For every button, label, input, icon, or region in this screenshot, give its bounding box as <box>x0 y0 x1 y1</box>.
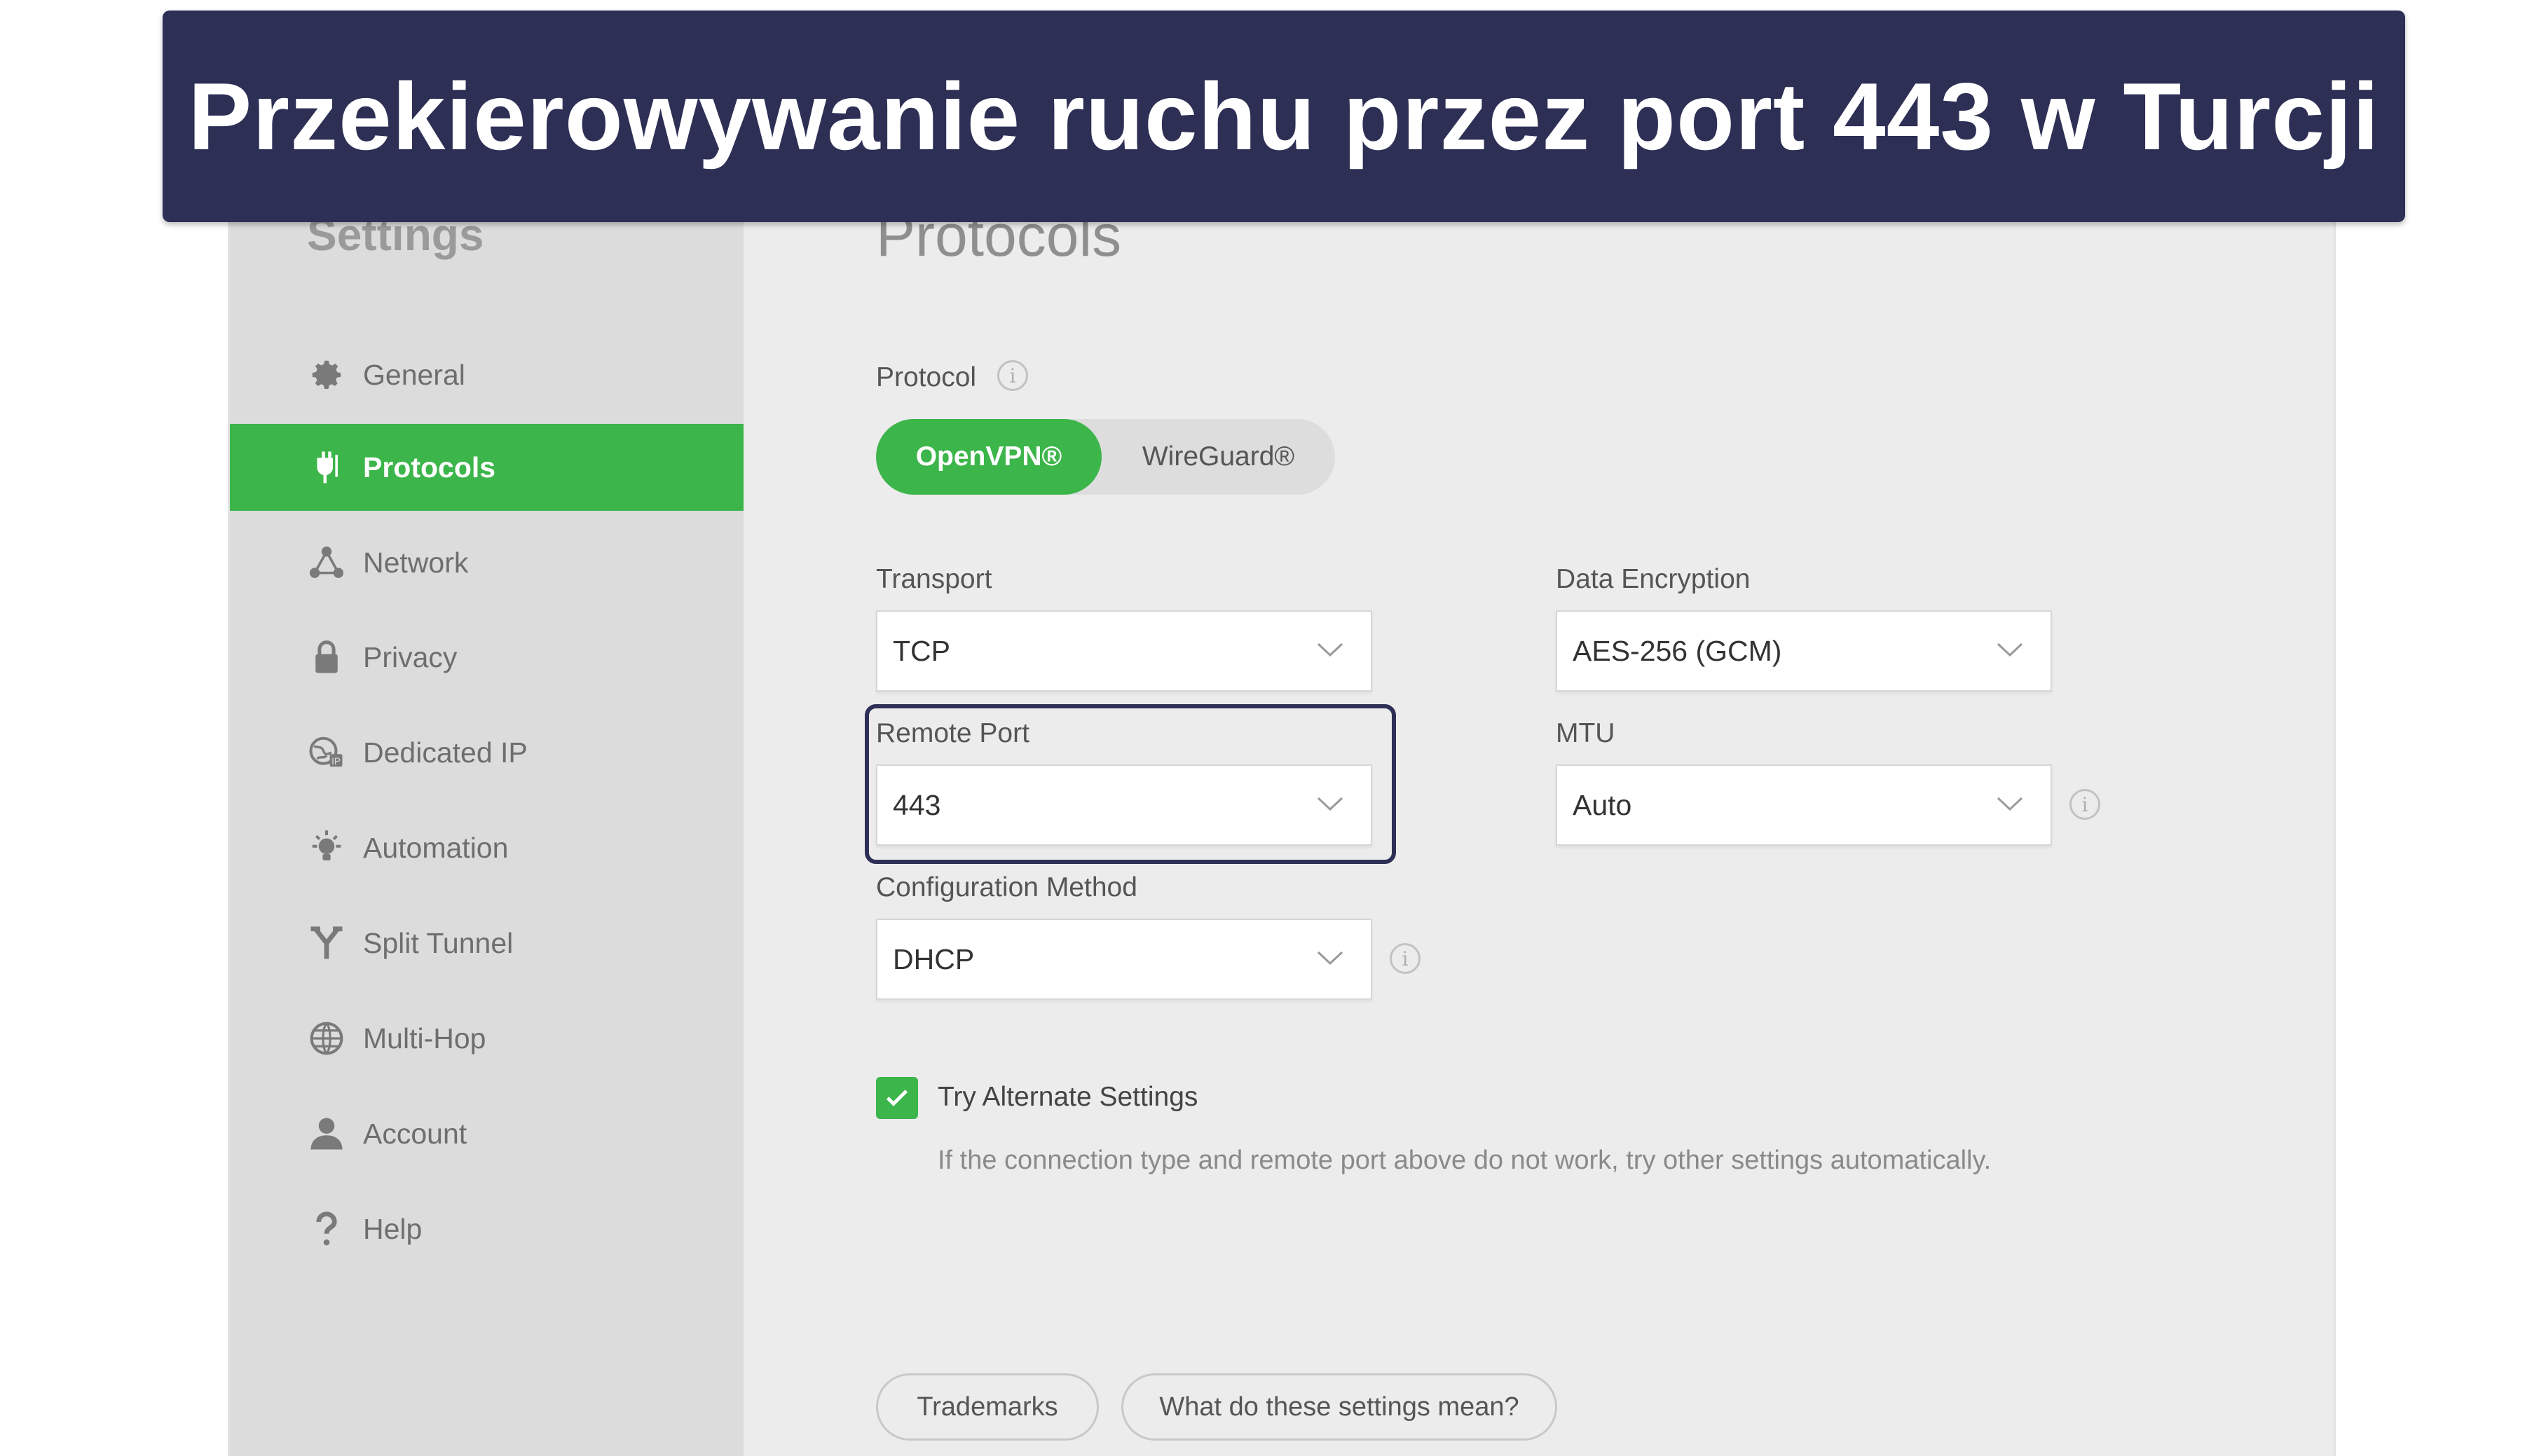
data-encryption-label: Data Encryption <box>1556 564 1751 594</box>
svg-text:IP: IP <box>331 756 341 767</box>
remote-port-value: 443 <box>893 788 941 821</box>
checkmark-icon <box>886 1090 908 1106</box>
sidebar-item-label: Split Tunnel <box>363 926 514 959</box>
data-encryption-select[interactable]: AES-256 (GCM) <box>1556 610 2052 692</box>
sidebar-item-multi-hop[interactable]: Multi-Hop <box>230 995 744 1082</box>
openvpn-option[interactable]: OpenVPN® <box>876 419 1102 495</box>
caption-text: Przekierowywanie ruchu przez port 443 w … <box>188 63 2380 170</box>
globe-icon <box>307 1019 346 1058</box>
network-icon <box>307 543 346 582</box>
gear-icon <box>307 355 346 394</box>
sidebar-item-label: Protocols <box>363 451 496 483</box>
sidebar-item-protocols[interactable]: Protocols <box>230 424 744 511</box>
data-encryption-value: AES-256 (GCM) <box>1573 634 1782 667</box>
sidebar-item-label: Multi-Hop <box>363 1022 486 1055</box>
sidebar: Settings General Protocols Network Priva… <box>230 210 744 1456</box>
sidebar-item-privacy[interactable]: Privacy <box>230 614 744 701</box>
vpn-settings-window: Settings General Protocols Network Priva… <box>228 210 2336 1456</box>
configuration-method-value: DHCP <box>893 942 975 975</box>
sidebar-item-label: Dedicated IP <box>363 736 528 769</box>
protocols-icon <box>307 448 346 487</box>
protocol-toggle: OpenVPN® WireGuard® <box>876 419 1335 495</box>
sidebar-item-label: Network <box>363 546 469 579</box>
info-icon[interactable]: i <box>997 360 1028 391</box>
sidebar-item-help[interactable]: Help <box>230 1186 744 1272</box>
settings-help-button[interactable]: What do these settings mean? <box>1121 1373 1557 1441</box>
lightbulb-icon <box>307 828 346 867</box>
lock-icon <box>307 638 346 677</box>
protocol-label: Protocol <box>876 362 977 392</box>
mtu-select[interactable]: Auto <box>1556 764 2052 846</box>
user-icon <box>307 1114 346 1153</box>
sidebar-item-general[interactable]: General <box>230 331 744 418</box>
configuration-method-label: Configuration Method <box>876 872 1137 902</box>
caption-banner: Przekierowywanie ruchu przez port 443 w … <box>163 11 2405 222</box>
try-alternate-label: Try Alternate Settings <box>938 1082 1198 1112</box>
mtu-value: Auto <box>1573 788 1632 821</box>
remote-port-label: Remote Port <box>876 718 1029 748</box>
sidebar-item-label: Account <box>363 1117 467 1150</box>
chevron-down-icon <box>1317 797 1343 811</box>
sidebar-item-account[interactable]: Account <box>230 1090 744 1177</box>
chevron-down-icon <box>1997 797 2023 811</box>
mtu-label: MTU <box>1556 718 1615 748</box>
sidebar-item-label: Automation <box>363 831 509 864</box>
transport-label: Transport <box>876 564 992 594</box>
try-alternate-checkbox[interactable] <box>876 1077 918 1119</box>
sidebar-item-dedicated-ip[interactable]: IP Dedicated IP <box>230 709 744 796</box>
remote-port-select[interactable]: 443 <box>876 764 1372 846</box>
trademarks-button[interactable]: Trademarks <box>876 1373 1099 1441</box>
chevron-down-icon <box>1317 643 1343 657</box>
dedicated-ip-icon: IP <box>307 733 346 772</box>
sidebar-item-split-tunnel[interactable]: Split Tunnel <box>230 900 744 987</box>
chevron-down-icon <box>1317 951 1343 966</box>
sidebar-item-label: Help <box>363 1212 423 1245</box>
info-icon[interactable]: i <box>2069 789 2100 820</box>
info-icon[interactable]: i <box>1390 943 1421 974</box>
configuration-method-select[interactable]: DHCP <box>876 919 1372 1000</box>
try-alternate-description: If the connection type and remote port a… <box>938 1146 1992 1175</box>
chevron-down-icon <box>1997 643 2023 657</box>
transport-value: TCP <box>893 634 950 667</box>
sidebar-item-label: Privacy <box>363 640 458 673</box>
sidebar-item-label: General <box>363 358 465 391</box>
wireguard-option[interactable]: WireGuard® <box>1102 419 1335 495</box>
sidebar-item-automation[interactable]: Automation <box>230 804 744 891</box>
transport-select[interactable]: TCP <box>876 610 1372 692</box>
sidebar-item-network[interactable]: Network <box>230 519 744 606</box>
question-icon <box>307 1209 346 1249</box>
split-tunnel-icon <box>307 923 346 963</box>
